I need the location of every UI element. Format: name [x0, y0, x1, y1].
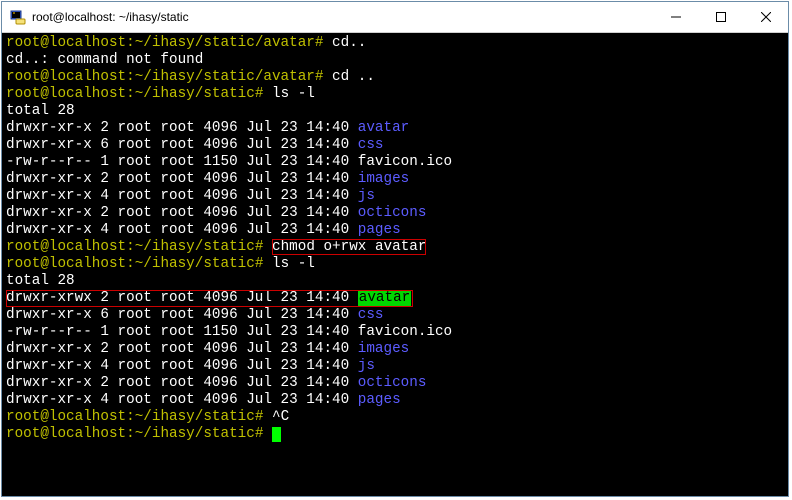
ls-meta: drwxr-xr-x 2 root root 4096 Jul 23 14:40: [6, 375, 358, 391]
ls-row: drwxr-xr-x 6 root root 4096 Jul 23 14:40…: [6, 307, 784, 324]
prompt-path: :~/ihasy/static/avatar#: [126, 69, 323, 85]
prompt-user: root@localhost: [6, 256, 126, 272]
prompt-user: root@localhost: [6, 86, 126, 102]
prompt-user: root@localhost: [6, 69, 126, 85]
term-line: root@localhost:~/ihasy/static# ls -l: [6, 256, 784, 273]
ls-row: -rw-r--r-- 1 root root 1150 Jul 23 14:40…: [6, 324, 784, 341]
ls-name: css: [358, 307, 384, 323]
ls-meta: drwxr-xr-x 4 root root 4096 Jul 23 14:40: [6, 222, 358, 238]
prompt-user: root@localhost: [6, 426, 126, 442]
term-line: root@localhost:~/ihasy/static/avatar# cd…: [6, 35, 784, 52]
ls-row: drwxr-xr-x 2 root root 4096 Jul 23 14:40…: [6, 205, 784, 222]
ls-meta: drwxr-xr-x 2 root root 4096 Jul 23 14:40: [6, 205, 358, 221]
ls-name: images: [358, 341, 409, 357]
term-line: root@localhost:~/ihasy/static# chmod o+r…: [6, 239, 784, 256]
total: total 28: [6, 103, 75, 119]
term-line: cd..: command not found: [6, 52, 784, 69]
ls-row: drwxr-xrwx 2 root root 4096 Jul 23 14:40…: [6, 290, 784, 307]
ls-row: drwxr-xr-x 4 root root 4096 Jul 23 14:40…: [6, 222, 784, 239]
term-line: root@localhost:~/ihasy/static# ls -l: [6, 86, 784, 103]
ls-meta: drwxr-xr-x 2 root root 4096 Jul 23 14:40: [6, 171, 358, 187]
prompt-path: :~/ihasy/static#: [126, 256, 263, 272]
ls-meta: drwxr-xrwx 2 root root 4096 Jul 23 14:40: [6, 290, 358, 306]
app-window: root@localhost: ~/ihasy/static root@loca…: [1, 1, 789, 497]
err: cd..: command not found: [6, 52, 203, 68]
term-line: root@localhost:~/ihasy/static#: [6, 426, 784, 443]
cmd: cd..: [323, 35, 366, 51]
ls-row: -rw-r--r-- 1 root root 1150 Jul 23 14:40…: [6, 154, 784, 171]
cmd-chmod: chmod o+rwx avatar: [272, 239, 426, 255]
maximize-button[interactable]: [698, 2, 743, 32]
term-line: root@localhost:~/ihasy/static# ^C: [6, 409, 784, 426]
ls-meta: -rw-r--r-- 1 root root 1150 Jul 23 14:40: [6, 154, 358, 170]
ls-name: avatar: [358, 290, 411, 306]
titlebar[interactable]: root@localhost: ~/ihasy/static: [2, 2, 788, 33]
ls-name: avatar: [358, 120, 409, 136]
ls-meta: drwxr-xr-x 2 root root 4096 Jul 23 14:40: [6, 120, 358, 136]
term-line: total 28: [6, 273, 784, 290]
prompt-path: :~/ihasy/static#: [126, 86, 263, 102]
ls-row: drwxr-xr-x 2 root root 4096 Jul 23 14:40…: [6, 375, 784, 392]
cmd: ls -l: [263, 256, 314, 272]
prompt-user: root@localhost: [6, 239, 126, 255]
ls-row: drwxr-xr-x 6 root root 4096 Jul 23 14:40…: [6, 137, 784, 154]
term-line: root@localhost:~/ihasy/static/avatar# cd…: [6, 69, 784, 86]
ls-name: pages: [358, 392, 401, 408]
ls-row: drwxr-xr-x 4 root root 4096 Jul 23 14:40…: [6, 188, 784, 205]
ls-name: js: [358, 188, 375, 204]
total: total 28: [6, 273, 75, 289]
cursor: [272, 427, 281, 442]
ls-meta: drwxr-xr-x 6 root root 4096 Jul 23 14:40: [6, 307, 358, 323]
prompt-path: :~/ihasy/static#: [126, 239, 263, 255]
ls-meta: drwxr-xr-x 4 root root 4096 Jul 23 14:40: [6, 358, 358, 374]
ls-name: octicons: [358, 375, 427, 391]
term-line: total 28: [6, 103, 784, 120]
ls-name: images: [358, 171, 409, 187]
window-title: root@localhost: ~/ihasy/static: [32, 10, 653, 24]
terminal[interactable]: root@localhost:~/ihasy/static/avatar# cd…: [2, 33, 788, 496]
ls-meta: drwxr-xr-x 4 root root 4096 Jul 23 14:40: [6, 188, 358, 204]
putty-icon: [10, 9, 26, 25]
cmd: ls -l: [263, 86, 314, 102]
cmd: ^C: [263, 409, 289, 425]
ls-row: drwxr-xr-x 4 root root 4096 Jul 23 14:40…: [6, 358, 784, 375]
ls-name: css: [358, 137, 384, 153]
prompt-user: root@localhost: [6, 35, 126, 51]
window-controls: [653, 2, 788, 32]
ls-row: drwxr-xr-x 2 root root 4096 Jul 23 14:40…: [6, 171, 784, 188]
prompt-user: root@localhost: [6, 409, 126, 425]
ls-name: pages: [358, 222, 401, 238]
ls-meta: drwxr-xr-x 2 root root 4096 Jul 23 14:40: [6, 341, 358, 357]
ls-meta: drwxr-xr-x 6 root root 4096 Jul 23 14:40: [6, 137, 358, 153]
ls-meta: -rw-r--r-- 1 root root 1150 Jul 23 14:40: [6, 324, 358, 340]
ls-row: drwxr-xr-x 4 root root 4096 Jul 23 14:40…: [6, 392, 784, 409]
ls-name: octicons: [358, 205, 427, 221]
close-button[interactable]: [743, 2, 788, 32]
prompt-path: :~/ihasy/static#: [126, 426, 263, 442]
prompt-path: :~/ihasy/static/avatar#: [126, 35, 323, 51]
ls-name: favicon.ico: [358, 154, 452, 170]
cmd: cd ..: [323, 69, 374, 85]
ls-name: js: [358, 358, 375, 374]
ls-row: drwxr-xr-x 2 root root 4096 Jul 23 14:40…: [6, 341, 784, 358]
ls-name: favicon.ico: [358, 324, 452, 340]
ls-row: drwxr-xr-x 2 root root 4096 Jul 23 14:40…: [6, 120, 784, 137]
prompt-path: :~/ihasy/static#: [126, 409, 263, 425]
minimize-button[interactable]: [653, 2, 698, 32]
ls-meta: drwxr-xr-x 4 root root 4096 Jul 23 14:40: [6, 392, 358, 408]
